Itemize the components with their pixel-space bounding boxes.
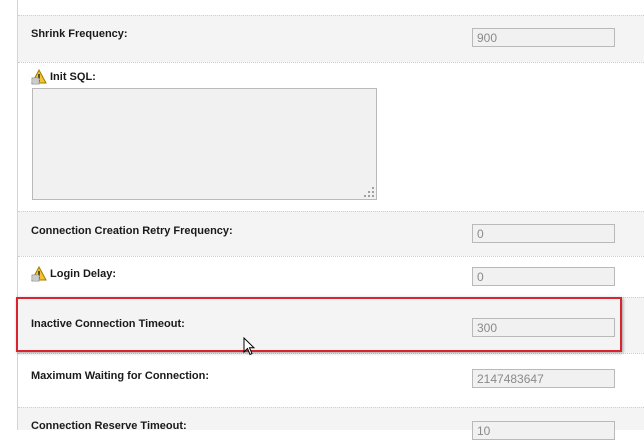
row-connection-creation-retry-frequency: Connection Creation Retry Frequency: 0 — [18, 211, 644, 256]
shrink-frequency-label: Shrink Frequency: — [31, 28, 128, 40]
login-delay-field[interactable]: 0 — [472, 267, 615, 286]
connection-reserve-timeout-label: Connection Reserve Timeout: — [31, 420, 187, 432]
login-delay-label: Login Delay: — [50, 268, 117, 280]
login-delay-label-group: Login Delay: — [31, 266, 117, 282]
row-top-remnant — [18, 0, 644, 15]
init-sql-label-group: Init SQL: — [31, 69, 96, 85]
shrink-frequency-field[interactable]: 900 — [472, 28, 615, 47]
row-login-delay: Login Delay: 0 — [18, 256, 644, 297]
row-connection-reserve-timeout: Connection Reserve Timeout: 10 — [18, 407, 644, 440]
row-inactive-connection-timeout: Inactive Connection Timeout: 300 — [18, 297, 644, 353]
maximum-waiting-for-connection-field[interactable]: 2147483647 — [472, 369, 615, 388]
maximum-waiting-for-connection-label: Maximum Waiting for Connection: — [31, 370, 210, 382]
row-init-sql: Init SQL: — [18, 62, 644, 211]
row-maximum-waiting-for-connection: Maximum Waiting for Connection: 21474836… — [18, 353, 644, 407]
warning-icon — [31, 69, 47, 85]
connection-reserve-timeout-field[interactable]: 10 — [472, 421, 615, 440]
init-sql-textarea[interactable] — [32, 88, 377, 200]
row-shrink-frequency: Shrink Frequency: 900 — [18, 15, 644, 62]
connection-creation-retry-frequency-label: Connection Creation Retry Frequency: — [31, 225, 233, 237]
connection-creation-retry-frequency-field[interactable]: 0 — [472, 224, 615, 243]
init-sql-label: Init SQL: — [50, 71, 96, 83]
resize-grip-icon[interactable] — [364, 187, 374, 197]
inactive-connection-timeout-field[interactable]: 300 — [472, 318, 615, 337]
inactive-connection-timeout-label: Inactive Connection Timeout: — [31, 318, 185, 330]
warning-icon — [31, 266, 47, 282]
